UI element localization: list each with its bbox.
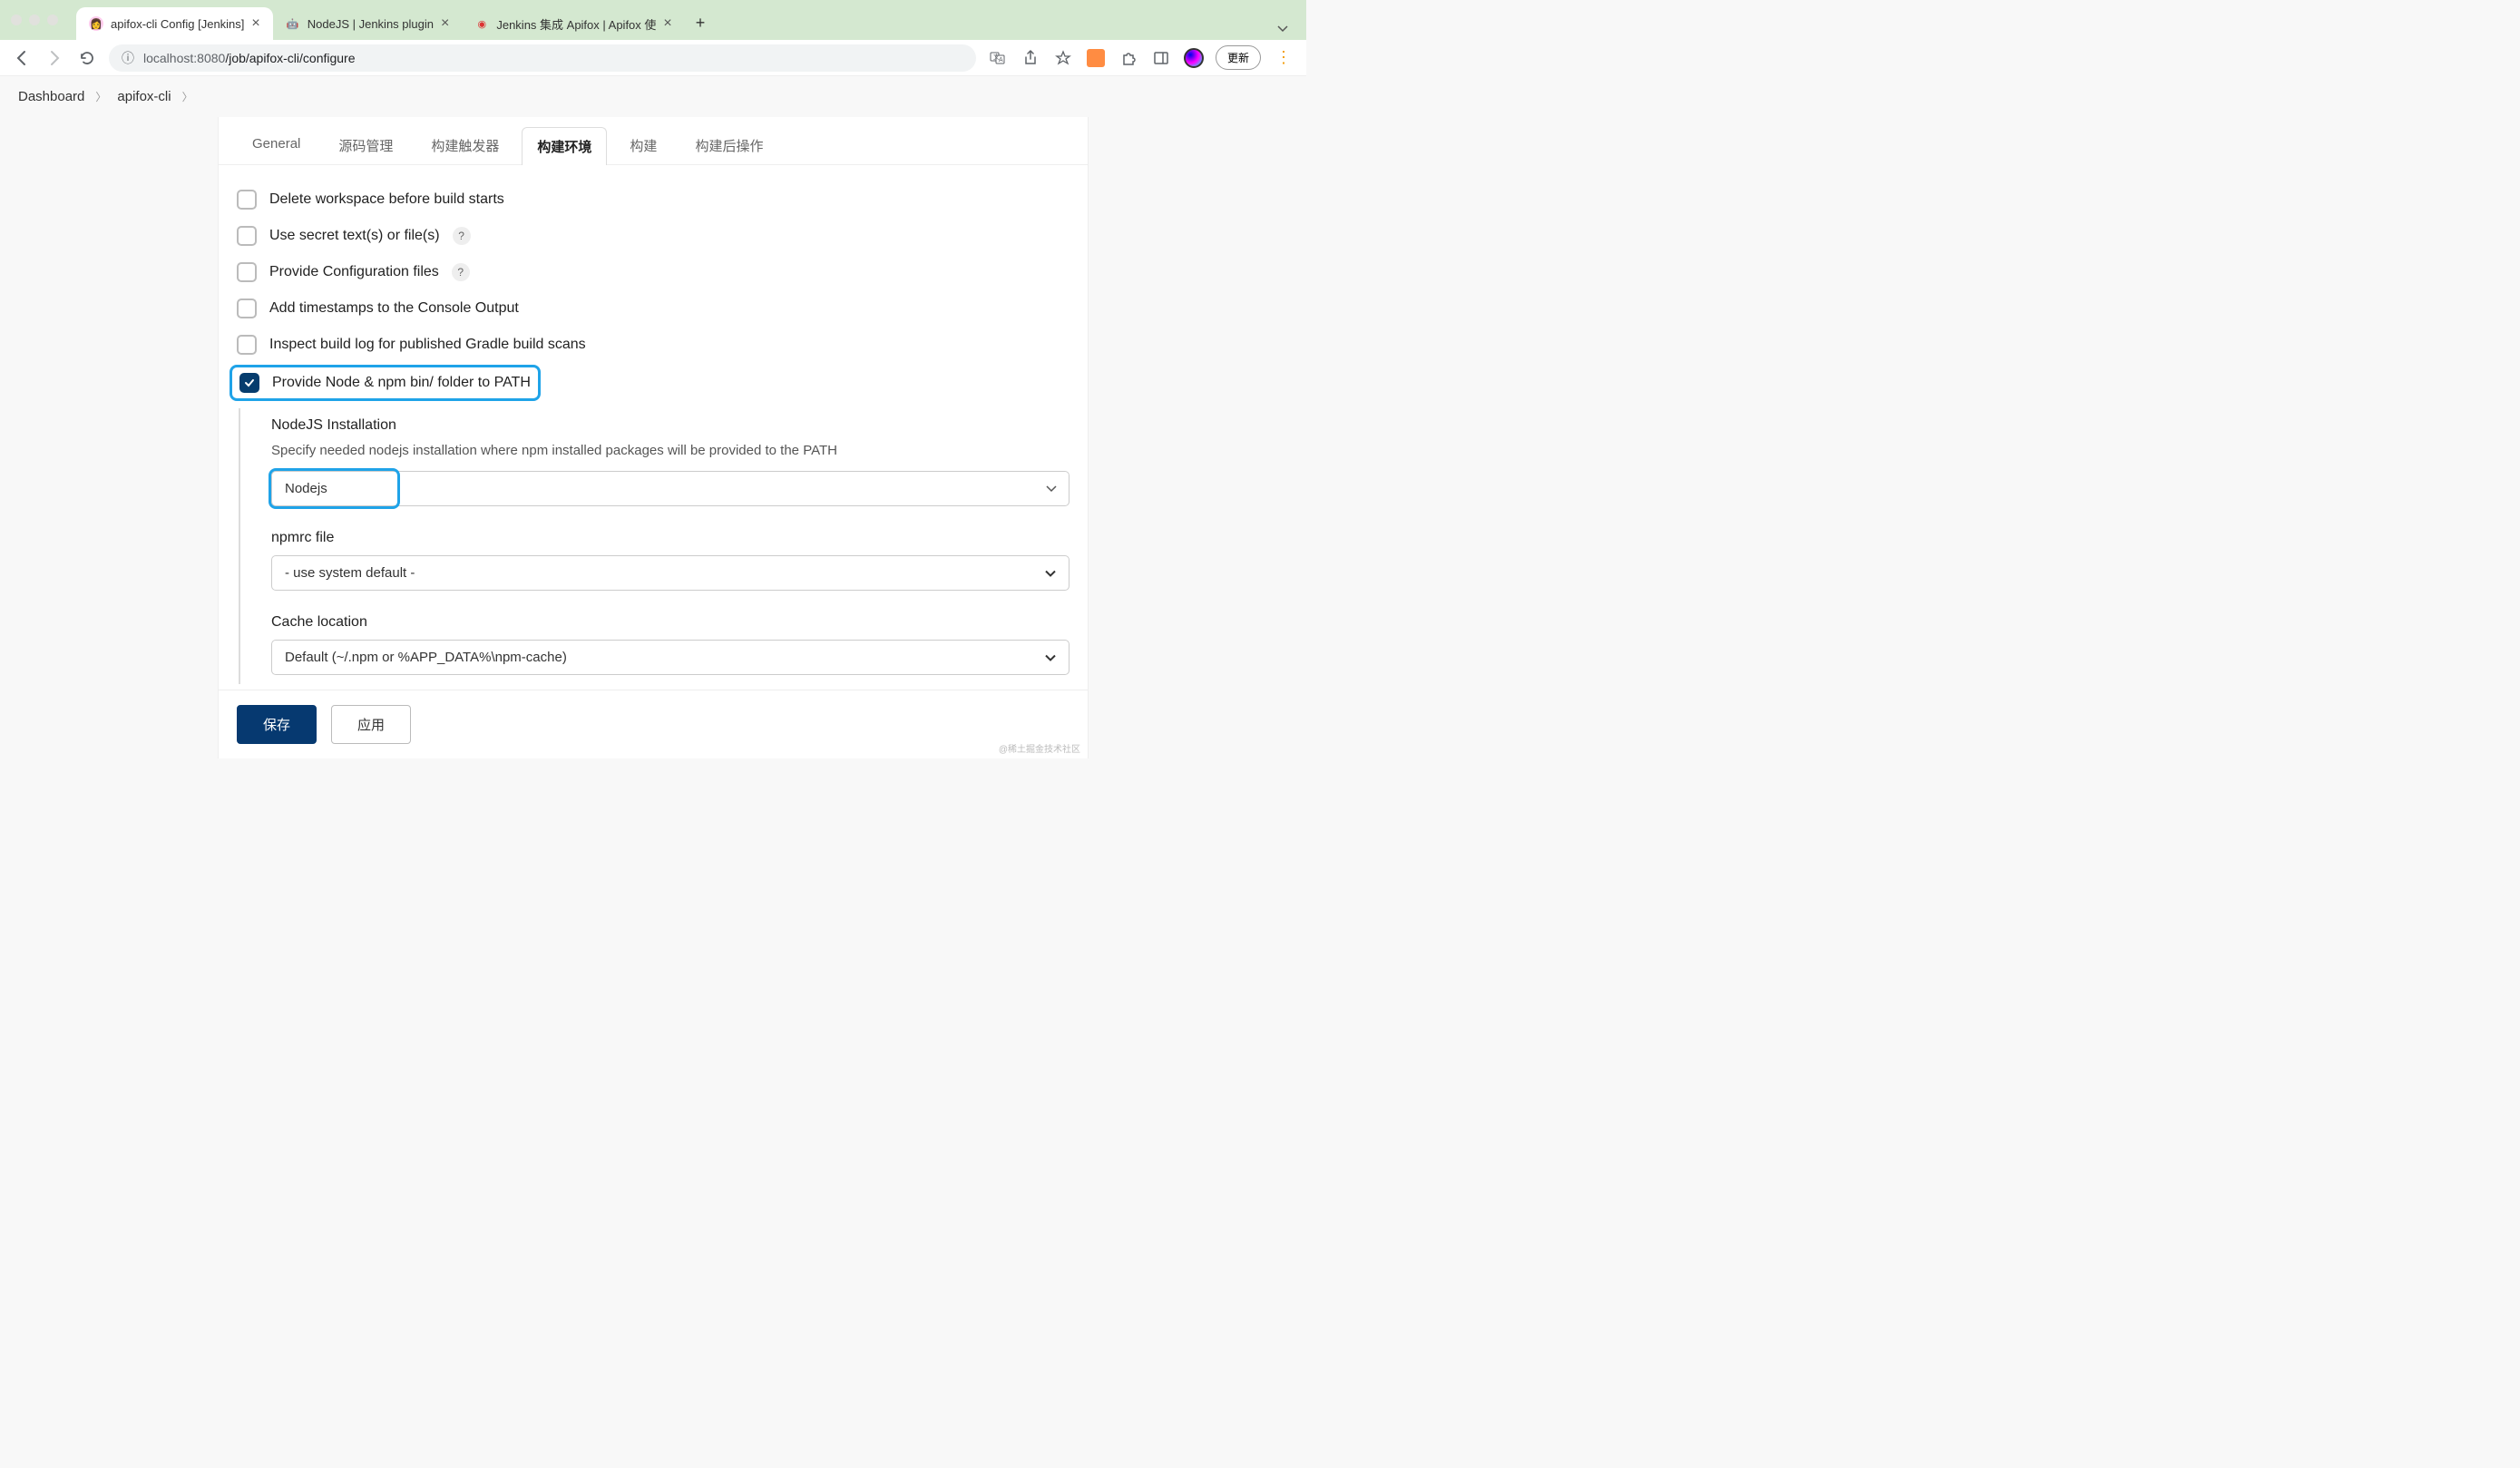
option-delete-workspace: Delete workspace before build starts: [237, 181, 1070, 218]
checkbox[interactable]: [237, 190, 257, 210]
chevron-right-icon: 〉: [182, 89, 193, 104]
breadcrumb-item[interactable]: apifox-cli: [117, 89, 171, 104]
back-button[interactable]: [11, 47, 33, 69]
minimize-window[interactable]: [29, 15, 40, 25]
config-tabs: General 源码管理 构建触发器 构建环境 构建 构建后操作: [219, 117, 1088, 165]
cache-location-select[interactable]: Default (~/.npm or %APP_DATA%\npm-cache): [271, 640, 1070, 675]
breadcrumb-item[interactable]: Dashboard: [18, 89, 84, 104]
close-tab-icon[interactable]: ×: [251, 15, 259, 32]
tab-title: apifox-cli Config [Jenkins]: [111, 17, 244, 31]
sidepanel-icon[interactable]: [1150, 47, 1172, 69]
option-gradle-scan: Inspect build log for published Gradle b…: [237, 327, 1070, 363]
tab-triggers[interactable]: 构建触发器: [415, 126, 514, 164]
help-icon[interactable]: ?: [452, 263, 470, 281]
bookmark-icon[interactable]: [1052, 47, 1074, 69]
config-panel: General 源码管理 构建触发器 构建环境 构建 构建后操作 Delete …: [218, 117, 1089, 758]
checkbox[interactable]: [237, 226, 257, 246]
option-timestamps: Add timestamps to the Console Output: [237, 290, 1070, 327]
form-area: Delete workspace before build starts Use…: [219, 165, 1088, 690]
checkbox[interactable]: [237, 262, 257, 282]
option-secret-files: Use secret text(s) or file(s) ?: [237, 218, 1070, 254]
browser-tab-1[interactable]: 🤖 NodeJS | Jenkins plugin ×: [273, 7, 463, 40]
checkbox[interactable]: [239, 373, 259, 393]
browser-tab-0[interactable]: 👩 apifox-cli Config [Jenkins] ×: [76, 7, 273, 40]
new-tab-button[interactable]: +: [685, 6, 717, 40]
browser-tabs: 👩 apifox-cli Config [Jenkins] × 🤖 NodeJS…: [76, 0, 1295, 40]
url-text: localhost:8080/job/apifox-cli/configure: [143, 51, 356, 65]
site-info-icon[interactable]: ⓘ: [122, 49, 134, 67]
nodejs-heading: NodeJS Installation: [271, 417, 1070, 434]
npmrc-label: npmrc file: [271, 530, 1070, 546]
nodejs-section: NodeJS Installation Specify needed nodej…: [239, 408, 1070, 684]
favicon-icon: 👩: [89, 16, 103, 31]
tab-title: Jenkins 集成 Apifox | Apifox 使: [496, 15, 656, 33]
save-button[interactable]: 保存: [237, 705, 317, 744]
nodejs-description: Specify needed nodejs installation where…: [271, 443, 1070, 458]
forward-button[interactable]: [44, 47, 65, 69]
tab-build[interactable]: 构建: [614, 126, 672, 164]
checkbox-label: Provide Node & npm bin/ folder to PATH: [272, 375, 531, 391]
tabs-dropdown-icon[interactable]: [1270, 18, 1295, 40]
nodejs-installation-select[interactable]: Nodejs: [271, 471, 1070, 506]
checkbox-label: Use secret text(s) or file(s): [269, 228, 440, 244]
metamask-icon[interactable]: [1085, 47, 1107, 69]
watermark: @稀土掘金技术社区: [999, 741, 1080, 755]
npmrc-select[interactable]: - use system default -: [271, 555, 1070, 591]
more-menu-icon[interactable]: ⋮: [1272, 48, 1295, 67]
extensions-icon[interactable]: [1118, 47, 1139, 69]
svg-text:A: A: [999, 57, 1003, 64]
maximize-window[interactable]: [47, 15, 58, 25]
apply-button[interactable]: 应用: [331, 705, 411, 744]
update-button[interactable]: 更新: [1216, 45, 1261, 70]
profile-avatar[interactable]: [1183, 47, 1205, 69]
checkbox-label: Inspect build log for published Gradle b…: [269, 337, 586, 353]
favicon-icon: 🤖: [286, 16, 300, 31]
reload-button[interactable]: [76, 47, 98, 69]
browser-tab-2[interactable]: ◉ Jenkins 集成 Apifox | Apifox 使 ×: [462, 7, 684, 40]
checkbox[interactable]: [237, 298, 257, 318]
tab-build-env[interactable]: 构建环境: [522, 127, 607, 165]
tab-post-build[interactable]: 构建后操作: [679, 126, 778, 164]
tab-general[interactable]: General: [237, 126, 316, 164]
checkbox-label: Provide Configuration files: [269, 264, 439, 280]
close-window[interactable]: [11, 15, 22, 25]
checkbox-label: Delete workspace before build starts: [269, 191, 504, 208]
close-tab-icon[interactable]: ×: [441, 15, 449, 32]
tab-scm[interactable]: 源码管理: [323, 126, 408, 164]
footer-actions: 保存 应用: [219, 690, 1088, 758]
window-controls: [11, 15, 58, 25]
close-tab-icon[interactable]: ×: [663, 15, 671, 32]
browser-toolbar: ⓘ localhost:8080/job/apifox-cli/configur…: [0, 40, 1306, 76]
option-config-files: Provide Configuration files ?: [237, 254, 1070, 290]
option-node-path-highlight: Provide Node & npm bin/ folder to PATH: [230, 365, 541, 401]
checkbox-label: Add timestamps to the Console Output: [269, 300, 519, 317]
favicon-icon: ◉: [474, 16, 489, 31]
share-icon[interactable]: [1020, 47, 1041, 69]
help-icon[interactable]: ?: [453, 227, 471, 245]
checkbox[interactable]: [237, 335, 257, 355]
address-bar[interactable]: ⓘ localhost:8080/job/apifox-cli/configur…: [109, 44, 976, 72]
browser-chrome: 👩 apifox-cli Config [Jenkins] × 🤖 NodeJS…: [0, 0, 1306, 76]
translate-icon[interactable]: 文A: [987, 47, 1009, 69]
tab-title: NodeJS | Jenkins plugin: [308, 17, 434, 31]
cache-location-label: Cache location: [271, 614, 1070, 631]
breadcrumb: Dashboard 〉 apifox-cli 〉: [0, 76, 1306, 117]
chevron-right-icon: 〉: [95, 89, 106, 104]
